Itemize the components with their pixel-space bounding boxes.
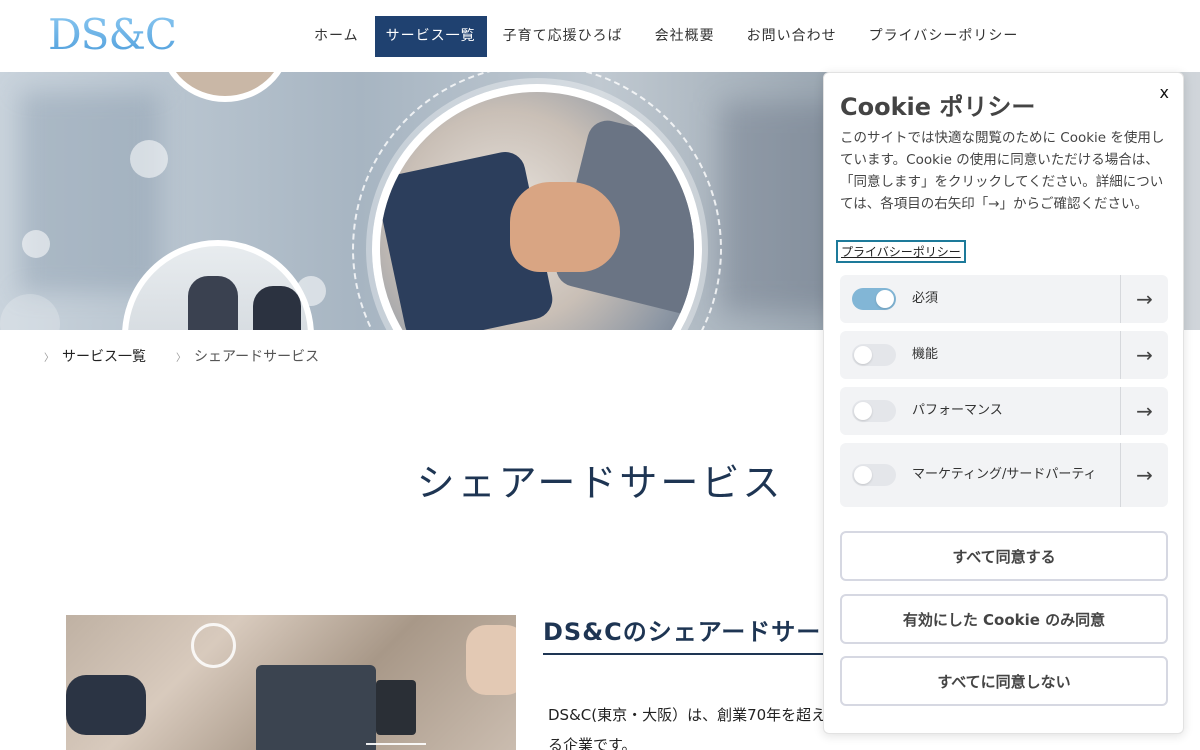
accept-all-button[interactable]: すべて同意する [840, 531, 1168, 581]
nav-item-company[interactable]: 会社概要 [639, 16, 731, 57]
breadcrumb: 〉 サービス一覧 〉 シェアードサービス [44, 346, 349, 366]
cookie-category-marketing: マーケティング/サードパーティ → [840, 443, 1168, 507]
cookie-category-label: 機能 [912, 347, 939, 362]
cookie-category-functional: 機能 → [840, 331, 1168, 379]
breadcrumb-current: シェアードサービス [194, 349, 320, 365]
cookie-description: このサイトでは快適な閲覧のために Cookie を使用しています。Cookie … [840, 130, 1165, 212]
nav-item-contact[interactable]: お問い合わせ [731, 16, 853, 57]
breadcrumb-separator-icon: 〉 [176, 352, 186, 364]
arrow-right-icon[interactable]: → [1120, 387, 1168, 435]
arrow-right-icon[interactable]: → [1120, 331, 1168, 379]
nav-item-childcare[interactable]: 子育て応援ひろば [487, 16, 639, 57]
close-icon[interactable]: x [1160, 83, 1169, 102]
hero-bubble [22, 230, 50, 258]
section-body-text: DS&C(東京・大阪）は、創業70年を超える企業です。 [548, 706, 827, 750]
cookie-panel-title: Cookie ポリシー [840, 93, 1036, 121]
breadcrumb-link-services[interactable]: サービス一覧 [62, 346, 146, 366]
toggle-functional[interactable] [852, 344, 896, 366]
toggle-performance[interactable] [852, 400, 896, 422]
toggle-required[interactable] [852, 288, 896, 310]
hero-photo-circle [160, 72, 290, 102]
toggle-marketing[interactable] [852, 464, 896, 486]
cookie-category-label: マーケティング/サードパーティ [912, 467, 1097, 482]
hero-bubble [0, 294, 60, 330]
cookie-category-label: パフォーマンス [912, 403, 1003, 418]
nav-item-privacy[interactable]: プライバシーポリシー [853, 16, 1035, 57]
section-image [66, 615, 516, 750]
cookie-category-performance: パフォーマンス → [840, 387, 1168, 435]
cookie-category-required: 必須 → [840, 275, 1168, 323]
arrow-right-icon[interactable]: → [1120, 275, 1168, 323]
hero-background-figure [20, 92, 160, 292]
reject-all-button[interactable]: すべてに同意しない [840, 656, 1168, 706]
section-heading: DS&Cのシェアードサービス [543, 612, 843, 655]
cookie-category-label: 必須 [912, 291, 939, 306]
accept-enabled-button[interactable]: 有効にした Cookie のみ同意 [840, 594, 1168, 644]
cookie-consent-panel: Cookie ポリシー x このサイトでは快適な閲覧のために Cookie を使… [823, 72, 1184, 734]
arrow-right-icon[interactable]: → [1120, 443, 1168, 507]
privacy-policy-link[interactable]: プライバシーポリシー [836, 240, 966, 263]
site-logo[interactable]: DS&C [48, 10, 177, 59]
nav-item-services[interactable]: サービス一覧 [374, 16, 487, 57]
main-nav: ホーム サービス一覧 子育て応援ひろば 会社概要 お問い合わせ プライバシーポリ… [298, 16, 1034, 57]
site-header: DS&C ホーム サービス一覧 子育て応援ひろば 会社概要 お問い合わせ プライ… [0, 0, 1200, 72]
hero-bubble [130, 140, 168, 178]
breadcrumb-separator-icon: 〉 [44, 352, 54, 364]
nav-item-home[interactable]: ホーム [298, 16, 375, 57]
